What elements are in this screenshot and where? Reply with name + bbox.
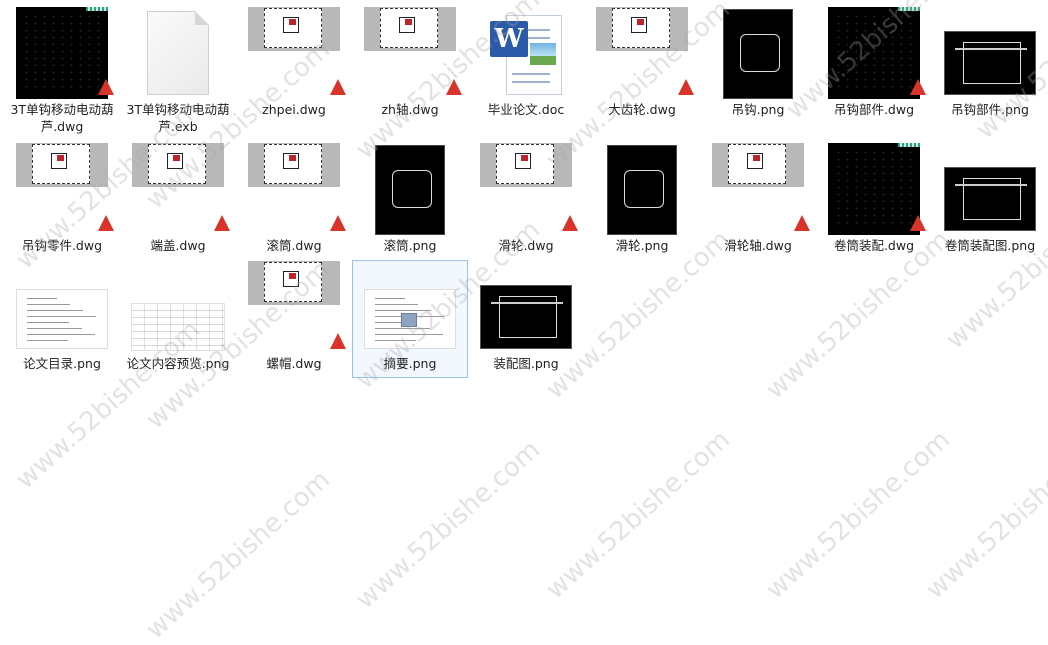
file-item[interactable]: 滚筒.dwg bbox=[236, 142, 352, 260]
cad-image-thumbnail bbox=[944, 31, 1036, 95]
file-name-label: 滑轮.png bbox=[615, 238, 669, 253]
file-name-label: 摘要.png bbox=[383, 356, 437, 371]
file-item[interactable]: 端盖.dwg bbox=[120, 142, 236, 260]
file-item[interactable]: 论文内容预览.png bbox=[120, 260, 236, 378]
word-document-icon: W bbox=[490, 13, 562, 97]
file-grid: 3T单钩移动电动葫芦.dwg 3T单钩移动电动葫芦.exb zhpei.dwg zh轴… bbox=[0, 0, 1048, 588]
file-item[interactable]: 吊钩.png bbox=[700, 6, 816, 124]
file-item[interactable]: 滚筒.png bbox=[352, 142, 468, 260]
autocad-file-icon bbox=[329, 79, 347, 97]
file-name-label: 吊钩部件.dwg bbox=[833, 102, 915, 117]
autocad-file-icon bbox=[97, 79, 115, 97]
cad-image-thumbnail bbox=[480, 285, 572, 349]
cad-image-thumbnail bbox=[944, 167, 1036, 231]
dwg-sheet-thumbnail bbox=[712, 143, 804, 235]
file-name-label: 端盖.dwg bbox=[150, 238, 206, 253]
file-name-label: 滚筒.png bbox=[383, 238, 437, 253]
file-name-label: 装配图.png bbox=[493, 356, 559, 371]
file-item[interactable]: 吊钩零件.dwg bbox=[4, 142, 120, 260]
dwg-sheet-thumbnail bbox=[16, 143, 108, 235]
dwg-sheet-thumbnail bbox=[248, 261, 340, 353]
cad-image-thumbnail bbox=[375, 145, 445, 235]
autocad-file-icon bbox=[445, 79, 463, 97]
file-item[interactable]: 大齿轮.dwg bbox=[584, 6, 700, 124]
file-item[interactable]: 螺帽.dwg bbox=[236, 260, 352, 378]
dwg-dark-thumbnail bbox=[16, 7, 108, 99]
file-item[interactable]: 装配图.png bbox=[468, 260, 584, 378]
dwg-sheet-thumbnail bbox=[248, 143, 340, 235]
file-item[interactable]: 3T单钩移动电动葫芦.exb bbox=[120, 6, 236, 134]
autocad-file-icon bbox=[677, 79, 695, 97]
document-image-thumbnail bbox=[16, 289, 108, 349]
file-item[interactable]: 3T单钩移动电动葫芦.dwg bbox=[4, 6, 120, 134]
dwg-sheet-thumbnail bbox=[480, 143, 572, 235]
autocad-file-icon bbox=[793, 215, 811, 233]
dwg-sheet-thumbnail bbox=[248, 7, 340, 99]
file-name-label: zh轴.dwg bbox=[381, 102, 439, 117]
dwg-sheet-thumbnail bbox=[364, 7, 456, 99]
file-name-label: 滚筒.dwg bbox=[266, 238, 322, 253]
dwg-dark-thumbnail bbox=[828, 7, 920, 99]
file-name-label: 卷筒装配.dwg bbox=[833, 238, 915, 253]
file-item[interactable]: zhpei.dwg bbox=[236, 6, 352, 124]
file-item[interactable]: 吊钩部件.png bbox=[932, 6, 1048, 124]
image-overlay-icon bbox=[401, 313, 417, 327]
autocad-file-icon bbox=[329, 215, 347, 233]
file-name-label: 毕业论文.doc bbox=[487, 102, 565, 117]
file-item[interactable]: 滑轮轴.dwg bbox=[700, 142, 816, 260]
file-name-label: zhpei.dwg bbox=[262, 102, 326, 117]
file-item[interactable]: zh轴.dwg bbox=[352, 6, 468, 124]
file-name-label: 论文目录.png bbox=[23, 356, 101, 371]
autocad-file-icon bbox=[909, 215, 927, 233]
dwg-dark-thumbnail bbox=[828, 143, 920, 235]
file-name-label: 卷筒装配图.png bbox=[944, 238, 1036, 253]
file-item[interactable]: 摘要.png bbox=[352, 260, 468, 378]
file-item[interactable]: 吊钩部件.dwg bbox=[816, 6, 932, 124]
file-name-label: 大齿轮.dwg bbox=[608, 102, 676, 117]
file-name-label: 吊钩零件.dwg bbox=[21, 238, 103, 253]
file-item[interactable]: 滑轮.dwg bbox=[468, 142, 584, 260]
file-item[interactable]: 滑轮.png bbox=[584, 142, 700, 260]
autocad-file-icon bbox=[329, 333, 347, 351]
blank-file-icon bbox=[147, 11, 209, 95]
file-item[interactable]: 卷筒装配.dwg bbox=[816, 142, 932, 260]
autocad-file-icon bbox=[561, 215, 579, 233]
file-name-label: 滑轮.dwg bbox=[498, 238, 554, 253]
document-image-thumbnail bbox=[131, 303, 225, 351]
file-name-label: 3T单钩移动电动葫芦.exb bbox=[126, 102, 230, 134]
dwg-sheet-thumbnail bbox=[596, 7, 688, 99]
cad-image-thumbnail bbox=[723, 9, 793, 99]
file-item[interactable]: 论文目录.png bbox=[4, 260, 120, 378]
file-name-label: 论文内容预览.png bbox=[126, 356, 230, 371]
file-item[interactable]: 卷筒装配图.png bbox=[932, 142, 1048, 260]
autocad-file-icon bbox=[909, 79, 927, 97]
autocad-file-icon bbox=[97, 215, 115, 233]
file-item[interactable]: W 毕业论文.doc bbox=[468, 6, 584, 124]
cad-image-thumbnail bbox=[607, 145, 677, 235]
file-name-label: 吊钩.png bbox=[731, 102, 785, 117]
file-name-label: 滑轮轴.dwg bbox=[724, 238, 792, 253]
file-name-label: 螺帽.dwg bbox=[266, 356, 322, 371]
file-name-label: 3T单钩移动电动葫芦.dwg bbox=[10, 102, 114, 134]
file-name-label: 吊钩部件.png bbox=[951, 102, 1029, 117]
dwg-sheet-thumbnail bbox=[132, 143, 224, 235]
autocad-file-icon bbox=[213, 215, 231, 233]
